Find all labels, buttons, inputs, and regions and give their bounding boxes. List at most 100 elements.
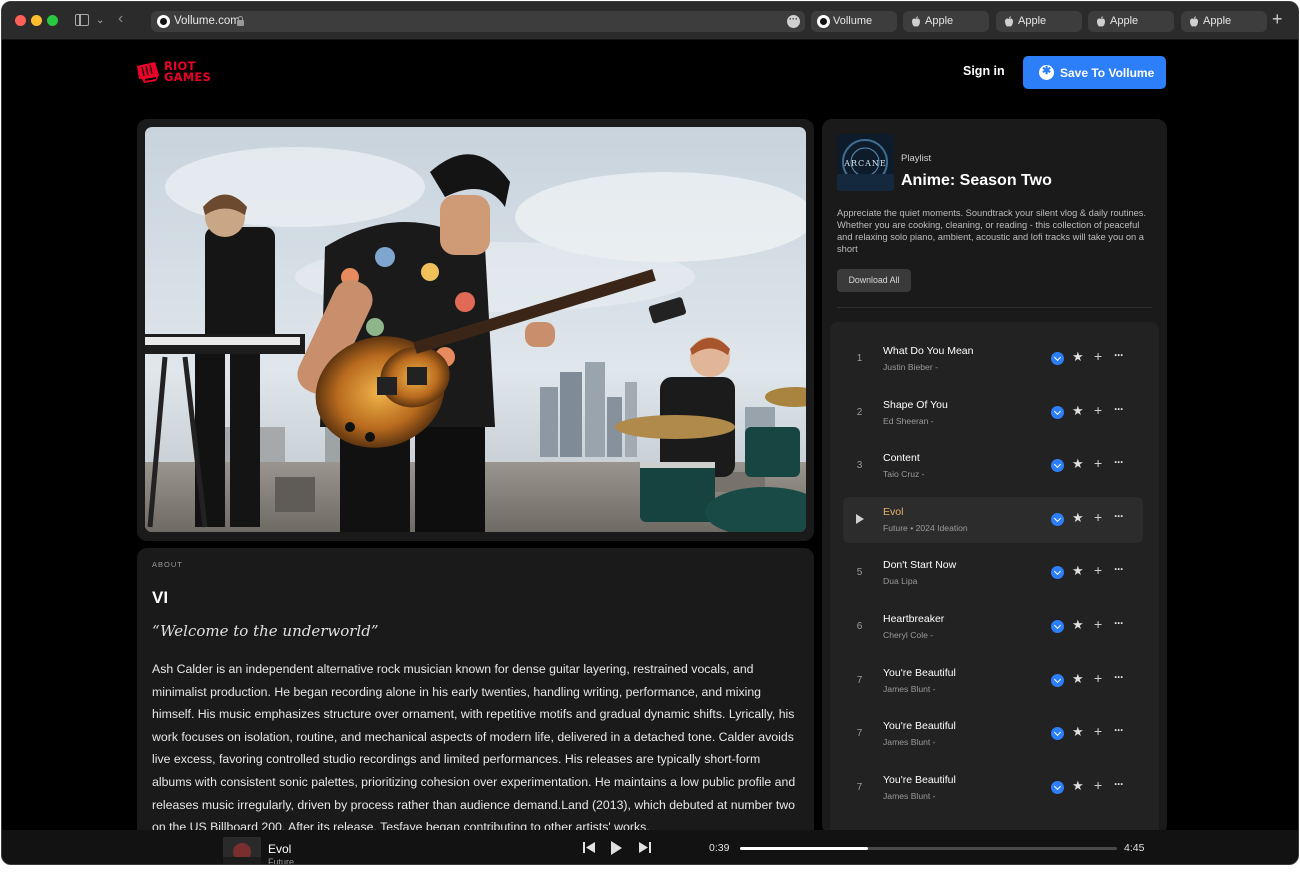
more-icon[interactable]: ···	[1114, 616, 1124, 630]
track-artist: James Blunt -	[883, 683, 936, 694]
zoom-window-button[interactable]	[47, 15, 58, 26]
apple-icon	[1190, 16, 1198, 27]
chevron-down-icon[interactable]: ⌄	[96, 14, 104, 28]
star-icon[interactable]: ★	[1072, 510, 1084, 526]
download-all-button[interactable]: Download All	[837, 269, 911, 292]
track-artist: James Blunt -	[883, 790, 936, 801]
playlist-cover[interactable]: ARCANE	[837, 134, 894, 191]
download-icon[interactable]	[1051, 727, 1064, 741]
star-icon[interactable]: ★	[1072, 617, 1084, 633]
download-icon[interactable]	[1051, 352, 1064, 365]
site-favicon-icon	[157, 15, 170, 28]
hero-card	[137, 119, 814, 541]
artist-name: VI	[152, 588, 169, 607]
previous-track-icon[interactable]	[583, 842, 596, 853]
track-title: Evol	[883, 505, 904, 518]
download-icon[interactable]	[1051, 620, 1064, 633]
add-icon[interactable]: +	[1094, 723, 1102, 739]
sign-in-link[interactable]: Sign in	[963, 64, 1005, 78]
save-to-vollume-button[interactable]: Save To Vollume	[1023, 56, 1166, 89]
add-icon[interactable]: +	[1094, 509, 1102, 525]
more-icon[interactable]: ···	[1114, 562, 1124, 576]
vollume-icon	[1039, 64, 1054, 80]
browser-tab-3[interactable]: Apple	[996, 11, 1082, 32]
add-icon[interactable]: +	[1094, 348, 1102, 364]
track-row[interactable]: Evol Future • 2024 Ideation ★ + ···	[843, 496, 1143, 543]
add-icon[interactable]: +	[1094, 616, 1102, 632]
vollume-favicon-icon	[817, 15, 830, 28]
riot-games-logo[interactable]: RIOT GAMES	[136, 60, 218, 85]
tab-label: Vollume	[833, 15, 873, 27]
track-row[interactable]: 7 You're Beautiful James Blunt - ★ + ···	[843, 711, 1143, 757]
star-icon[interactable]: ★	[1072, 778, 1084, 794]
download-icon[interactable]	[1051, 459, 1064, 473]
track-row[interactable]: 7 You're Beautiful James Blunt - ★ + ···	[843, 765, 1143, 811]
track-number: 1	[856, 353, 863, 364]
download-icon[interactable]	[1051, 780, 1064, 794]
more-icon[interactable]: ···	[1114, 670, 1124, 684]
track-title: What Do You Mean	[883, 345, 974, 357]
close-window-button[interactable]	[15, 15, 26, 26]
track-row[interactable]: 2 Shape Of You Ed Sheeran - ★ + ···	[843, 390, 1143, 436]
next-track-icon[interactable]	[638, 842, 651, 853]
add-icon[interactable]: +	[1094, 402, 1102, 418]
now-playing-title: Evol	[268, 842, 292, 856]
url-text: Vollume.com	[174, 15, 240, 27]
track-number: 2	[856, 406, 863, 418]
play-icon[interactable]	[856, 513, 864, 524]
sidebar-toggle-icon[interactable]	[75, 14, 89, 26]
track-row[interactable]: 3 Content Taio Cruz - ★ + ···	[843, 443, 1143, 489]
progress-fill	[740, 847, 869, 850]
star-icon[interactable]: ★	[1072, 671, 1084, 687]
star-icon[interactable]: ★	[1072, 456, 1084, 472]
track-number: 6	[856, 621, 863, 632]
more-options-icon[interactable]: ···	[787, 15, 800, 28]
more-icon[interactable]: ···	[1114, 348, 1124, 362]
more-icon[interactable]: ···	[1114, 455, 1124, 469]
more-icon[interactable]: ···	[1114, 723, 1124, 737]
track-title: Don't Start Now	[883, 559, 957, 572]
more-icon[interactable]: ···	[1114, 509, 1124, 523]
download-icon[interactable]	[1051, 512, 1064, 526]
track-row[interactable]: 6 Heartbreaker Cheryl Cole - ★ + ···	[843, 604, 1143, 650]
more-icon[interactable]: ···	[1114, 402, 1124, 416]
add-icon[interactable]: +	[1094, 777, 1102, 793]
track-title: You're Beautiful	[883, 720, 956, 733]
new-tab-button[interactable]: +	[1272, 9, 1283, 29]
track-artist: Justin Bieber -	[883, 362, 938, 372]
download-icon[interactable]	[1051, 566, 1064, 580]
back-arrow-icon[interactable]: ‹	[118, 11, 123, 27]
browser-tab-1[interactable]: Vollume	[811, 11, 897, 32]
progress-bar[interactable]	[740, 847, 1117, 850]
track-artist: Taio Cruz -	[883, 469, 925, 480]
track-row[interactable]: 5 Don't Start Now Dua Lipa ★ + ···	[843, 550, 1143, 596]
download-icon[interactable]	[1051, 673, 1064, 687]
star-icon[interactable]: ★	[1072, 403, 1084, 419]
track-row[interactable]: 7 You're Beautiful James Blunt - ★ + ···	[843, 658, 1143, 704]
star-icon[interactable]: ★	[1072, 349, 1084, 365]
download-icon[interactable]	[1051, 405, 1064, 419]
add-icon[interactable]: +	[1094, 562, 1102, 578]
now-playing-cover[interactable]	[223, 837, 261, 864]
play-icon[interactable]	[611, 841, 622, 855]
star-icon[interactable]: ★	[1072, 724, 1084, 740]
riot-fist-icon	[137, 62, 159, 83]
more-icon[interactable]: ···	[1114, 777, 1124, 791]
apple-icon	[912, 16, 920, 27]
divider	[837, 307, 1152, 308]
browser-tab-2[interactable]: Apple	[903, 11, 989, 32]
browser-toolbar: ⌄ ‹ Vollume.com ··· Vollume Apple Apple App…	[2, 2, 1298, 40]
player-bar: Evol Future 0:39 4:45	[2, 830, 1298, 864]
add-icon[interactable]: +	[1094, 455, 1102, 471]
address-bar[interactable]: Vollume.com ···	[151, 11, 805, 32]
track-number: 7	[856, 781, 863, 793]
star-icon[interactable]: ★	[1072, 563, 1084, 579]
minimize-window-button[interactable]	[31, 15, 42, 26]
add-icon[interactable]: +	[1094, 670, 1102, 686]
logo-text: RIOT GAMES	[164, 60, 211, 83]
track-title: You're Beautiful	[883, 666, 956, 679]
browser-tab-4[interactable]: Apple	[1088, 11, 1174, 32]
track-artist: Cheryl Cole -	[883, 630, 934, 640]
browser-tab-5[interactable]: Apple	[1181, 11, 1267, 32]
track-row[interactable]: 1 What Do You Mean Justin Bieber - ★ + ···	[843, 336, 1143, 382]
